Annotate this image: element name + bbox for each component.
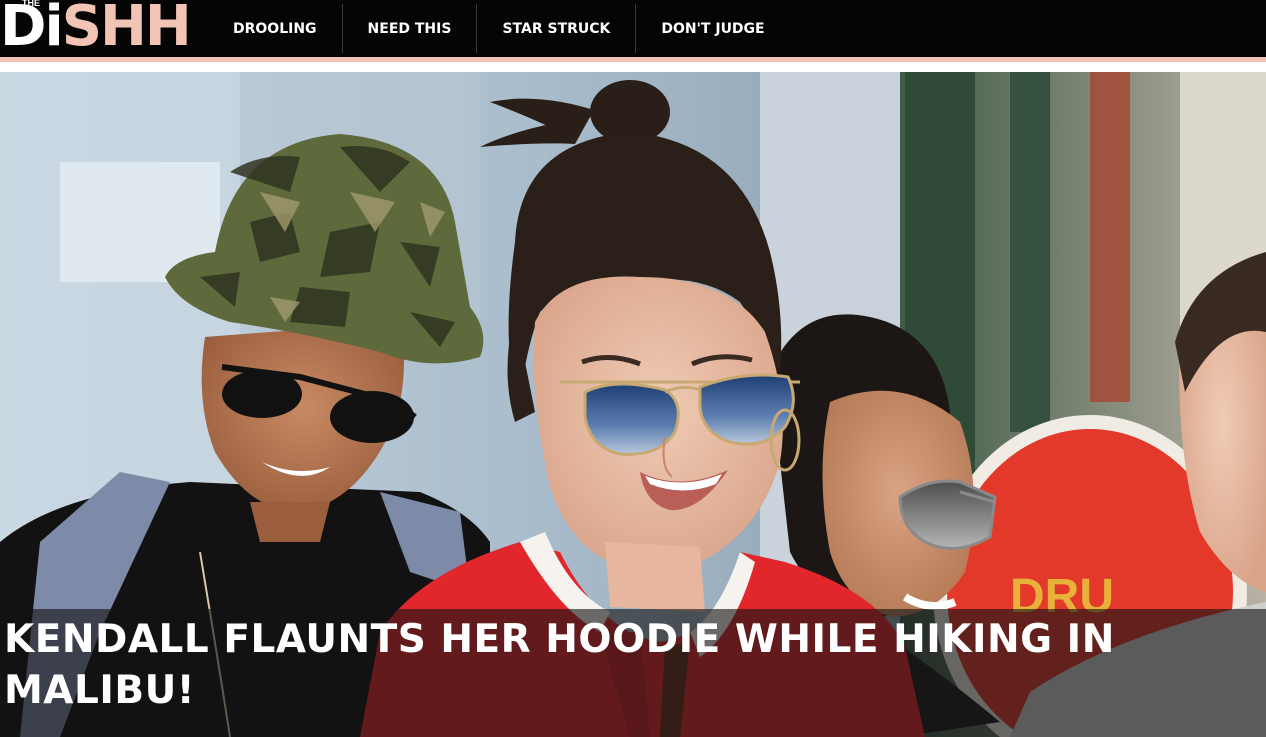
top-nav-bar: THE DiSHH DROOLING NEED THIS STAR STRUCK… <box>0 0 1266 57</box>
hero-article-card[interactable]: DRU KENDALL FLAUNTS HER HOODIE WHILE HIK… <box>0 72 1266 737</box>
article-headline[interactable]: KENDALL FLAUNTS HER HOODIE WHILE HIKING … <box>4 614 1254 716</box>
nav-item-drooling[interactable]: DROOLING <box>208 4 342 53</box>
nav-item-star-struck[interactable]: STAR STRUCK <box>476 4 635 53</box>
site-logo[interactable]: THE DiSHH <box>0 0 192 59</box>
nav-item-dont-judge[interactable]: DON'T JUDGE <box>635 4 789 53</box>
nav-item-need-this[interactable]: NEED THIS <box>341 4 477 53</box>
spacer <box>0 62 1266 72</box>
logo-the-label: THE <box>22 0 40 8</box>
main-nav: DROOLING NEED THIS STAR STRUCK DON'T JUD… <box>208 4 790 53</box>
logo-text-di: Di <box>0 0 64 59</box>
logo-text-shh: SHH <box>61 0 192 59</box>
